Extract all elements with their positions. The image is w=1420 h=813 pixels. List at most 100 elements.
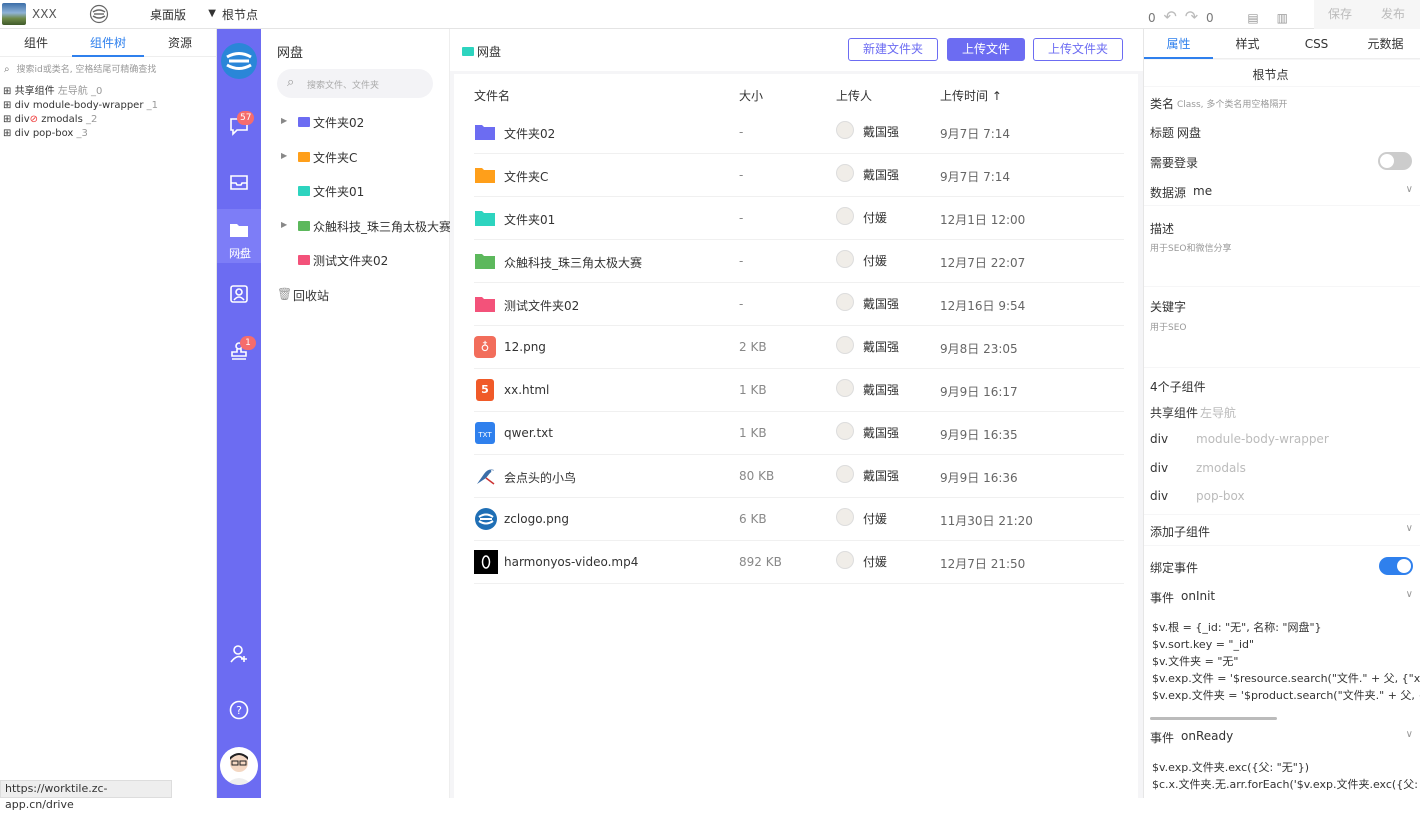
code-scrollbar[interactable] [1150, 717, 1277, 720]
breadcrumb[interactable]: 网盘 [462, 43, 501, 60]
file-name[interactable]: harmonyos-video.mp4 [504, 555, 638, 569]
clipboard-icon[interactable]: ▥ [1277, 11, 1288, 25]
add-child-section[interactable]: 添加子组件 ∨ [1144, 515, 1420, 545]
file-row[interactable]: 文件夹01 - 付媛 12月1日 12:00 [474, 197, 1124, 240]
help-icon[interactable]: ? [228, 699, 250, 721]
caret-right-icon[interactable]: ▶ [281, 151, 287, 160]
chevron-down-icon[interactable]: ∨ [1406, 184, 1413, 195]
expand-icon[interactable]: ⊞ [3, 86, 11, 97]
search-icon: ⌕ [287, 75, 295, 90]
file-row[interactable]: 众触科技_珠三角太极大赛 - 付媛 12月7日 22:07 [474, 240, 1124, 283]
tree-search-input[interactable]: ⌕ 搜索id或类名, 空格结尾可精确查找 [4, 62, 212, 78]
col-upload-time[interactable]: 上传时间 ↑ [940, 87, 1002, 104]
tab-metadata[interactable]: 元数据 [1351, 29, 1420, 59]
tab-components[interactable]: 组件 [0, 29, 72, 57]
file-name[interactable]: zclogo.png [504, 512, 569, 526]
paste-icon[interactable]: ▤ [1247, 11, 1258, 25]
caret-right-icon[interactable]: ▶ [281, 116, 287, 125]
caret-right-icon[interactable]: ▶ [281, 220, 287, 229]
file-name[interactable]: 文件夹02 [504, 125, 555, 142]
folder-search-input[interactable]: ⌕ 搜索文件、文件夹 [277, 69, 433, 98]
tab-component-tree[interactable]: 组件树 [72, 29, 144, 57]
file-name[interactable]: xx.html [504, 383, 549, 397]
nav-messages[interactable]: 57 [217, 111, 261, 141]
tab-css[interactable]: CSS [1282, 29, 1351, 59]
tab-resources[interactable]: 资源 [144, 29, 216, 57]
child-name[interactable]: 左导航 [1200, 404, 1236, 421]
app-logo[interactable] [2, 3, 26, 25]
event-name-select[interactable]: onReady [1181, 729, 1233, 743]
child-name[interactable]: zmodals [1196, 461, 1246, 475]
expand-icon[interactable]: ⊞ [3, 114, 11, 125]
title-input[interactable]: 网盘 [1177, 124, 1201, 141]
upload-folder-button[interactable]: 上传文件夹 [1033, 38, 1123, 61]
chevron-down-icon[interactable]: ∨ [1406, 523, 1413, 534]
col-uploader[interactable]: 上传人 [836, 87, 872, 104]
file-row[interactable]: 测试文件夹02 - 戴国强 12月16日 9:54 [474, 283, 1124, 326]
file-name[interactable]: 文件夹01 [504, 211, 555, 228]
new-folder-button[interactable]: 新建文件夹 [848, 38, 938, 61]
file-name[interactable]: 测试文件夹02 [504, 297, 579, 314]
chevron-down-icon[interactable]: ∨ [1406, 589, 1413, 600]
tree-node[interactable]: ⊞ div⊘ zmodals _2 [3, 113, 213, 127]
publish-button[interactable]: 发布 [1366, 0, 1420, 29]
file-row[interactable]: harmonyos-video.mp4 892 KB 付媛 12月7日 21:50 [474, 541, 1124, 584]
bind-events-toggle[interactable] [1379, 557, 1413, 575]
avatar[interactable] [220, 747, 258, 785]
folder-tree-item[interactable]: 测试文件夹02 [281, 251, 451, 271]
child-name[interactable]: pop-box [1196, 489, 1245, 503]
event-code-editor[interactable]: $v.exp.文件夹.exc({父: "无"}) $c.x.文件夹.无.arr.… [1152, 759, 1420, 793]
class-input[interactable]: Class, 多个类名用空格隔开 [1177, 97, 1287, 110]
inbox-icon[interactable] [228, 171, 250, 193]
chevron-down-icon[interactable]: ∨ [1406, 729, 1413, 740]
keywords-input[interactable]: 用于SEO [1150, 320, 1186, 333]
col-name[interactable]: 文件名 [474, 87, 510, 104]
tree-node[interactable]: ⊞ 共享组件 左导航 _0 [3, 85, 213, 99]
file-row[interactable]: 会点头的小鸟 80 KB 戴国强 9月9日 16:36 [474, 455, 1124, 498]
recycle-bin[interactable]: 🗑 回收站 [277, 286, 447, 306]
redo-icon[interactable]: ↷ [1185, 7, 1198, 26]
tree-node[interactable]: ⊞ div module-body-wrapper _1 [3, 99, 213, 113]
folder-icon [475, 168, 495, 183]
description-input[interactable]: 用于SEO和微信分享 [1150, 241, 1231, 254]
folder-tree-item[interactable]: ▶ 文件夹C [281, 148, 451, 168]
file-row[interactable]: 5 xx.html 1 KB 戴国强 9月9日 16:17 [474, 369, 1124, 412]
brand-logo-icon[interactable] [220, 42, 258, 80]
file-name[interactable]: 12.png [504, 340, 546, 354]
tab-style[interactable]: 样式 [1213, 29, 1282, 59]
upload-file-button[interactable]: 上传文件 [947, 38, 1025, 61]
login-toggle[interactable] [1378, 152, 1412, 170]
tree-node[interactable]: ⊞ div pop-box _3 [3, 127, 213, 141]
device-select[interactable]: 桌面版 ▼ [150, 6, 216, 24]
breadcrumb[interactable]: 根节点 [222, 6, 258, 23]
save-button[interactable]: 保存 [1314, 0, 1366, 29]
file-name[interactable]: 会点头的小鸟 [504, 469, 576, 486]
add-user-icon[interactable] [228, 643, 250, 665]
file-row[interactable]: TXT qwer.txt 1 KB 戴国强 9月9日 16:35 [474, 412, 1124, 455]
nav-approval[interactable]: 1 [217, 334, 261, 364]
file-name[interactable]: 文件夹C [504, 168, 548, 185]
col-size[interactable]: 大小 [739, 87, 763, 104]
expand-icon[interactable]: ⊞ [3, 128, 11, 139]
folder-icon [298, 255, 310, 265]
file-row[interactable]: 文件夹02 - 戴国强 9月7日 7:14 [474, 111, 1124, 154]
folder-tree-item[interactable]: 文件夹01 [281, 182, 451, 202]
file-row[interactable]: 文件夹C - 戴国强 9月7日 7:14 [474, 154, 1124, 197]
undo-icon[interactable]: ↶ [1163, 7, 1176, 26]
child-name[interactable]: module-body-wrapper [1196, 432, 1329, 446]
file-row[interactable]: ♁ 12.png 2 KB 戴国强 9月8日 23:05 [474, 326, 1124, 369]
nav-drive[interactable]: 网盘 ☝ [217, 209, 261, 263]
file-name[interactable]: 众触科技_珠三角太极大赛 [504, 254, 642, 271]
hidden-eye-icon[interactable]: ⊘ [30, 114, 38, 125]
tab-attributes[interactable]: 属性 [1144, 29, 1213, 59]
event-code-editor[interactable]: $v.根 = {_id: "无", 名称: "网盘"} $v.sort.key … [1152, 619, 1420, 704]
folder-tree-item[interactable]: ▶ 文件夹02 [281, 113, 451, 133]
contacts-icon[interactable] [228, 283, 250, 305]
file-name[interactable]: qwer.txt [504, 426, 553, 440]
event-name-select[interactable]: onInit [1181, 589, 1215, 603]
file-upload-time: 9月7日 7:14 [940, 170, 1011, 184]
folder-tree-item[interactable]: ▶ 众触科技_珠三角太极大赛 [281, 217, 451, 237]
file-row[interactable]: zclogo.png 6 KB 付媛 11月30日 21:20 [474, 498, 1124, 541]
expand-icon[interactable]: ⊞ [3, 100, 11, 111]
datasource-select[interactable]: me [1193, 184, 1212, 198]
